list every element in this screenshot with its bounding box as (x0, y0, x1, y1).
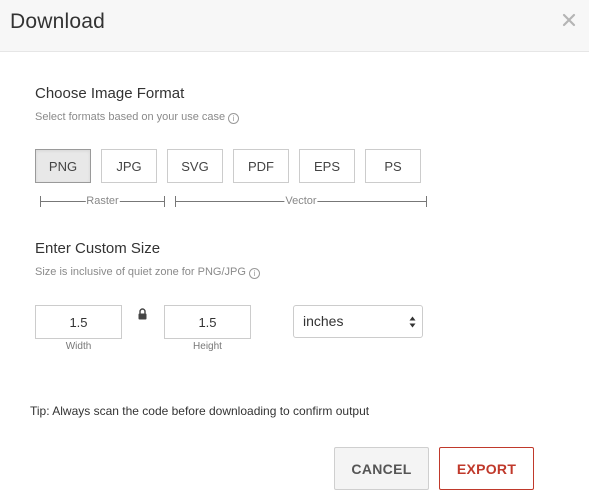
height-caption: Height (193, 341, 222, 352)
format-svg-button[interactable]: SVG (167, 149, 223, 183)
info-icon[interactable]: i (228, 113, 240, 124)
raster-group-bracket: Raster (40, 193, 165, 211)
export-button[interactable]: EXPORT (439, 447, 534, 490)
format-section-title: Choose Image Format (35, 85, 185, 102)
unit-select[interactable]: inches (293, 305, 423, 338)
format-subtitle-text: Select formats based on your use case (35, 111, 226, 123)
size-subtitle-text: Size is inclusive of quiet zone for PNG/… (35, 266, 246, 278)
format-eps-button[interactable]: EPS (299, 149, 355, 183)
format-section-subtitle: Select formats based on your use case i (35, 111, 240, 124)
unit-select-value: inches (303, 313, 344, 329)
format-png-button[interactable]: PNG (35, 149, 91, 183)
format-pdf-button[interactable]: PDF (233, 149, 289, 183)
dialog-title: Download (10, 10, 105, 33)
width-caption: Width (65, 341, 92, 352)
size-section-title: Enter Custom Size (35, 240, 161, 257)
dialog-header: Download (0, 0, 589, 52)
format-ps-button[interactable]: PS (365, 149, 421, 183)
height-input[interactable] (164, 305, 251, 339)
cancel-button[interactable]: CANCEL (334, 447, 429, 490)
format-jpg-button[interactable]: JPG (101, 149, 157, 183)
select-arrows-icon (409, 316, 416, 328)
vector-group-label: Vector (284, 194, 318, 208)
close-icon[interactable] (561, 12, 577, 28)
raster-group-label: Raster (85, 194, 120, 208)
lock-icon[interactable] (137, 308, 148, 320)
info-icon[interactable]: i (248, 268, 260, 279)
vector-group-bracket: Vector (175, 193, 427, 211)
width-input[interactable] (35, 305, 122, 339)
tip-text: Tip: Always scan the code before downloa… (30, 404, 370, 418)
size-section-subtitle: Size is inclusive of quiet zone for PNG/… (35, 266, 260, 279)
